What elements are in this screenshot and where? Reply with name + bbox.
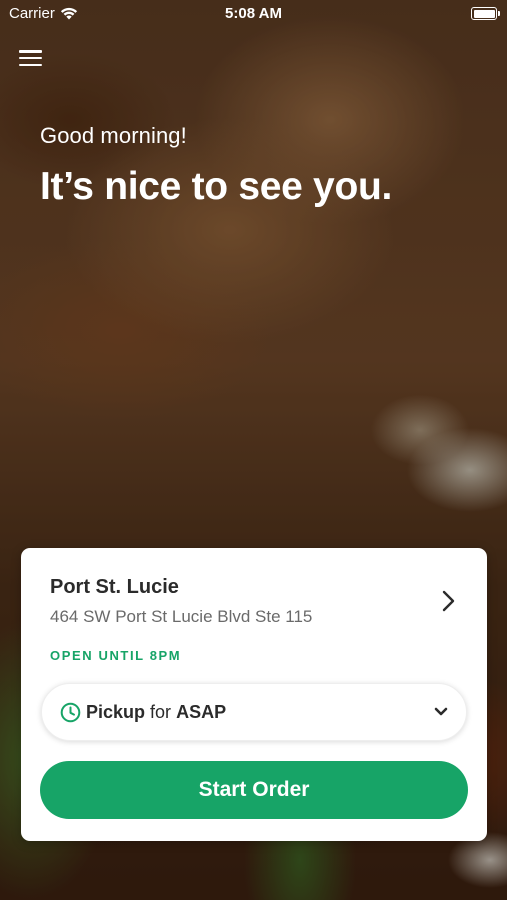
store-selector[interactable]: Port St. Lucie 464 SW Port St Lucie Blvd… — [21, 548, 487, 628]
menu-line — [19, 56, 42, 60]
order-mode-label: Pickup — [86, 702, 146, 722]
battery-level — [473, 9, 495, 18]
store-address: 464 SW Port St Lucie Blvd Ste 115 — [50, 607, 313, 626]
clock-icon — [60, 702, 81, 723]
order-mode-text: Pickup for ASAP — [86, 702, 226, 723]
status-bar: Carrier 5:08 AM — [0, 0, 507, 28]
chevron-right-icon — [442, 590, 455, 612]
status-time: 5:08 AM — [225, 5, 282, 22]
order-time-label: ASAP — [176, 702, 227, 722]
order-mode-connector: for — [150, 702, 172, 722]
menu-line — [19, 50, 42, 53]
chevron-down-icon — [434, 707, 448, 716]
hamburger-menu-icon[interactable] — [19, 48, 42, 68]
open-status-label: OPEN UNTIL 8PM — [50, 648, 182, 663]
menu-line — [19, 63, 42, 66]
order-mode-dropdown[interactable]: Pickup for ASAP — [41, 683, 467, 741]
store-card: Port St. Lucie 464 SW Port St Lucie Blvd… — [21, 548, 487, 841]
battery-icon — [471, 7, 500, 20]
store-name: Port St. Lucie — [50, 576, 179, 598]
greeting-text: Good morning! — [40, 123, 187, 148]
start-order-button[interactable]: Start Order — [40, 761, 468, 819]
headline-text: It’s nice to see you. — [40, 165, 393, 208]
